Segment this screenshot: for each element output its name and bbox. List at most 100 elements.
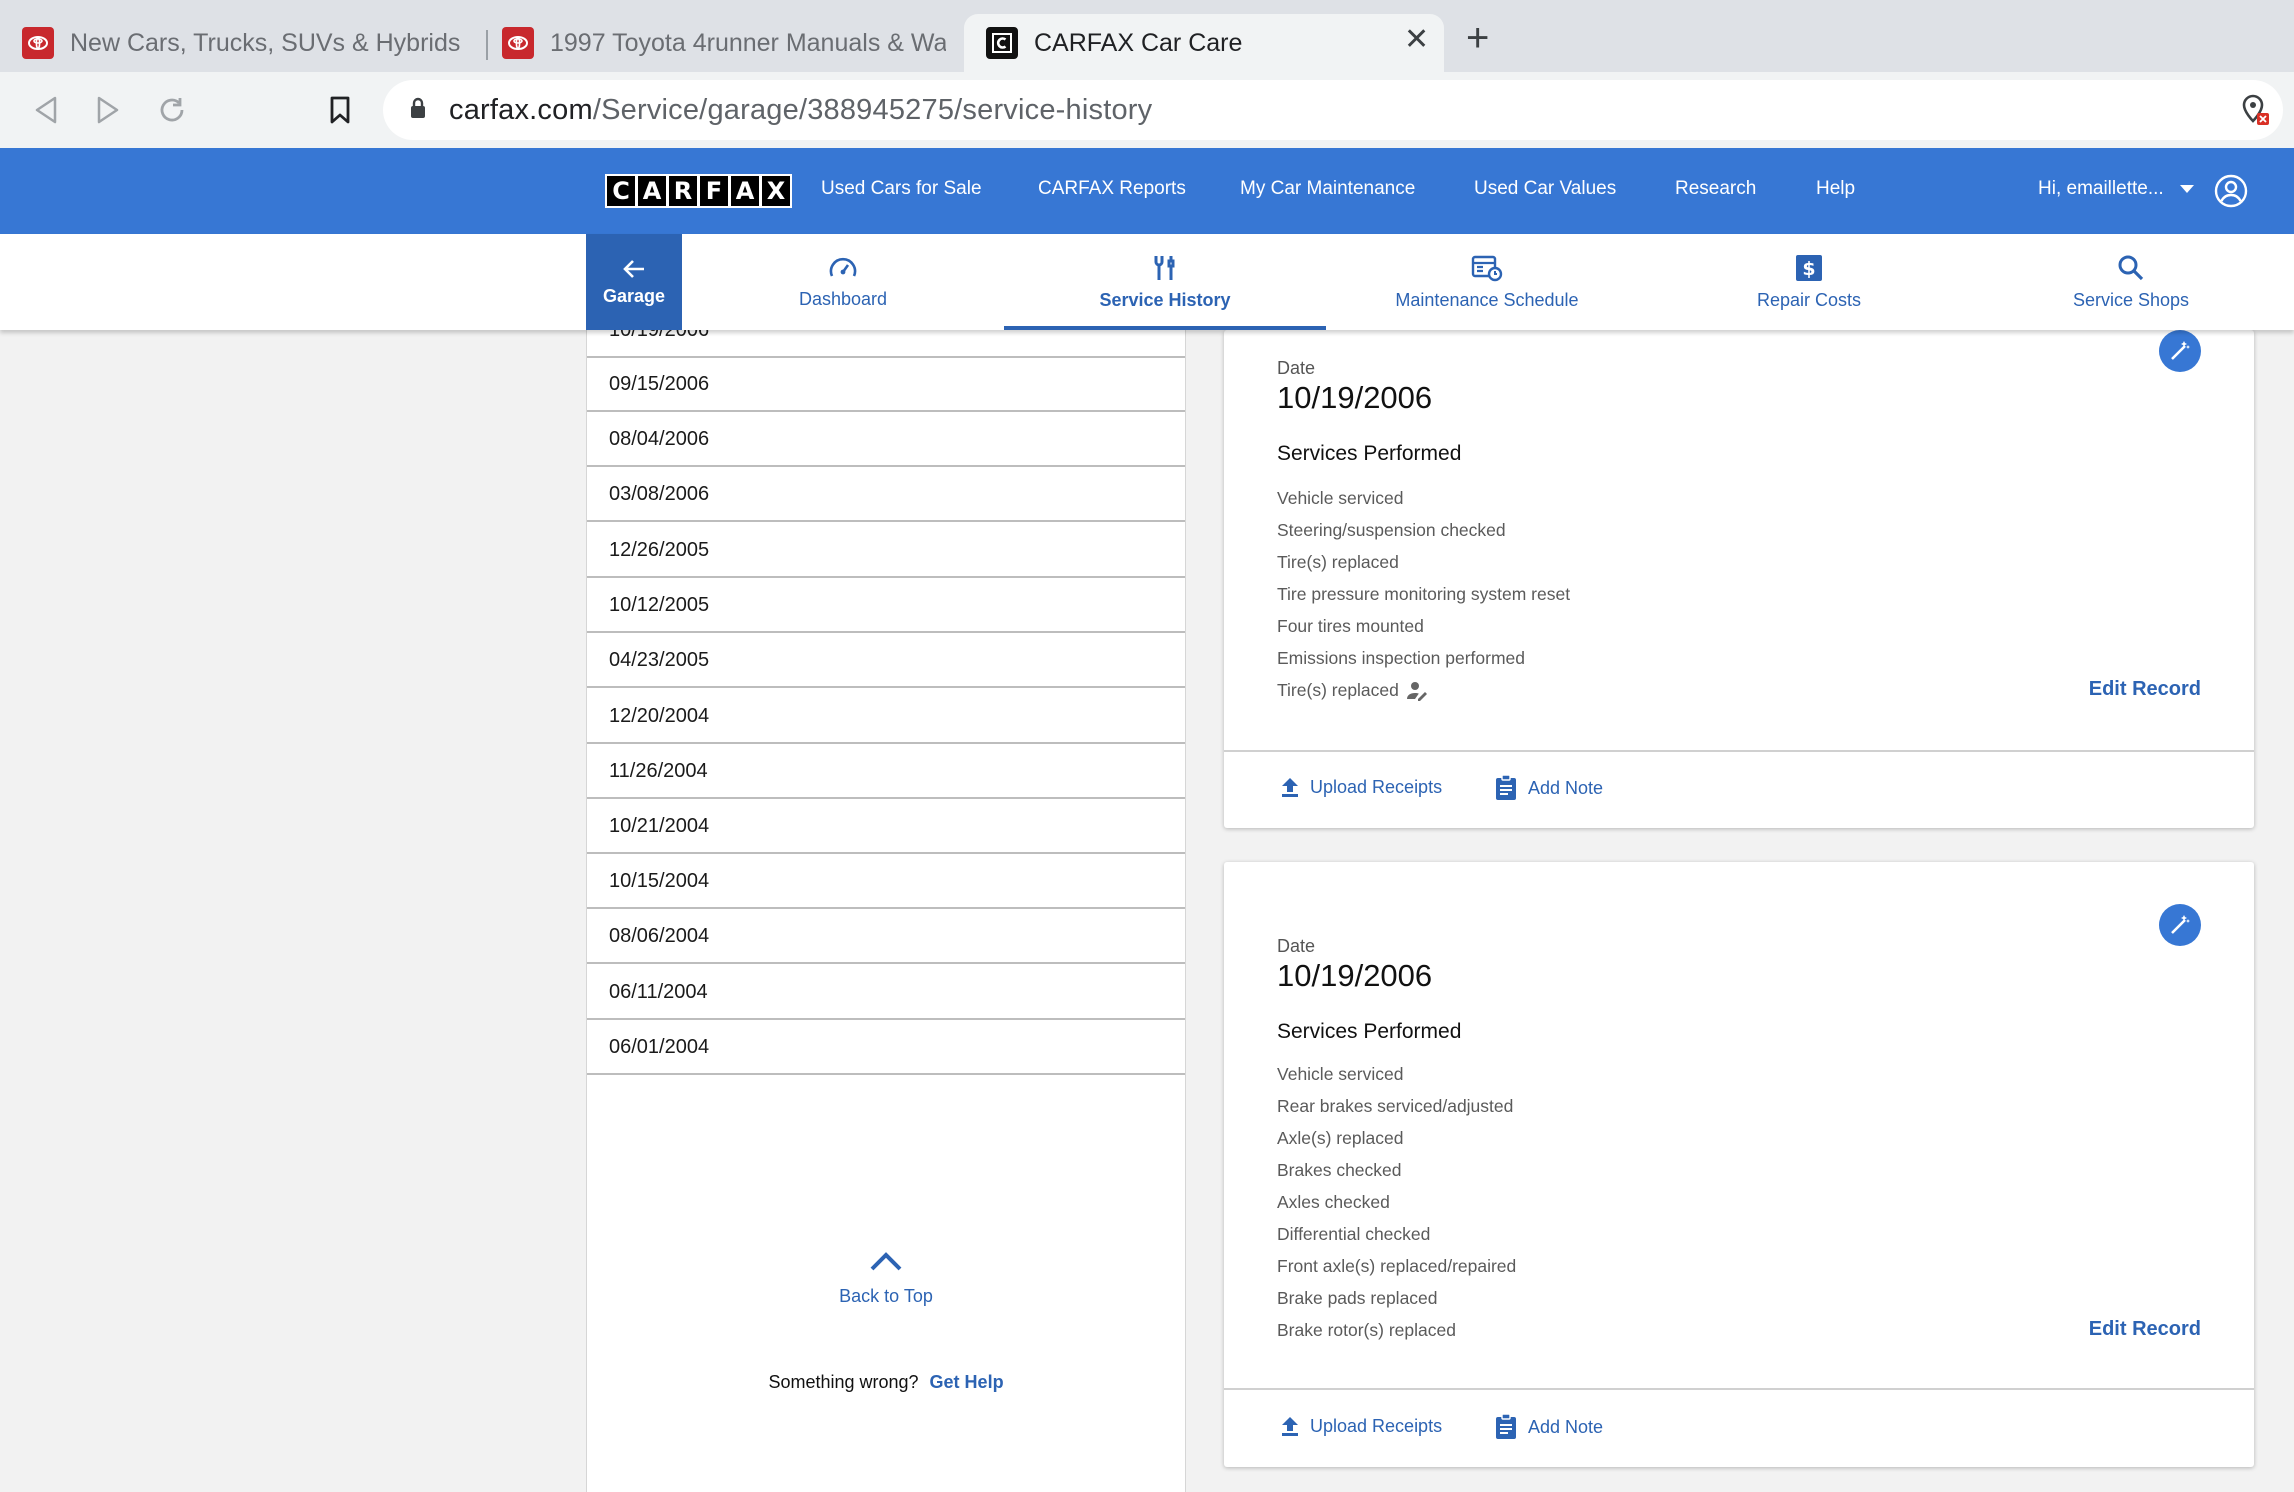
date-label: Date xyxy=(1277,358,1316,378)
date-row[interactable]: 09/15/2006 xyxy=(587,358,1185,412)
bookmark-icon[interactable] xyxy=(320,90,360,130)
chevron-down-icon xyxy=(2179,185,2194,193)
record-date: 10/19/2006 xyxy=(1277,380,1433,415)
date-row[interactable]: 08/06/2004 xyxy=(587,910,1185,964)
upload-receipts-button[interactable]: Upload Receipts xyxy=(1280,1415,1442,1437)
service-item: Vehicle serviced xyxy=(1277,1064,1404,1084)
user-menu[interactable]: Hi, emaillette... xyxy=(2038,178,2194,200)
edit-record-button[interactable]: Edit Record xyxy=(2089,1318,2201,1341)
tab-dashboard[interactable]: Dashboard xyxy=(682,234,1004,330)
nav-carfax-reports[interactable]: CARFAX Reports xyxy=(1038,178,1186,200)
date-text: 09/15/2006 xyxy=(609,372,710,395)
date-row[interactable]: 10/19/2006 xyxy=(587,330,1185,358)
upload-icon xyxy=(1282,1417,1298,1436)
date-row[interactable]: 03/08/2006 xyxy=(587,468,1185,522)
forward-icon[interactable] xyxy=(88,90,128,130)
nav-help[interactable]: Help xyxy=(1816,178,1855,200)
account-icon[interactable] xyxy=(2214,174,2248,213)
date-row[interactable]: 10/12/2005 xyxy=(587,579,1185,633)
date-text: 04/23/2005 xyxy=(609,648,710,671)
edit-record-button[interactable]: Edit Record xyxy=(2089,678,2201,701)
browser-tab-label: 1997 Toyota 4runner Manuals & War xyxy=(550,28,946,57)
service-item: Differential checked xyxy=(1277,1224,1431,1244)
add-note-button[interactable]: Add Note xyxy=(1494,774,1603,802)
logo-letter: A xyxy=(731,176,759,206)
close-tab-icon[interactable]: ✕ xyxy=(1404,22,1429,57)
tab-service-history[interactable]: Service History xyxy=(1004,234,1326,330)
tab-label: Repair Costs xyxy=(1756,289,1862,310)
help-prompt: Something wrong? xyxy=(768,1372,919,1392)
date-row[interactable]: 10/15/2004 xyxy=(587,855,1185,909)
date-text: 06/11/2004 xyxy=(609,980,708,1003)
date-row[interactable]: 11/26/2004 xyxy=(587,745,1185,799)
date-text: 10/12/2005 xyxy=(609,593,710,616)
toyota-icon xyxy=(502,27,534,59)
url-host: carfax.com xyxy=(449,93,593,126)
date-row[interactable]: 06/11/2004 xyxy=(587,966,1185,1020)
tab-repair-costs[interactable]: $ Repair Costs xyxy=(1648,234,1970,330)
tab-maintenance-schedule[interactable]: Maintenance Schedule xyxy=(1326,234,1648,330)
service-item: Rear brakes serviced/adjusted xyxy=(1277,1096,1514,1116)
clipboard-icon xyxy=(1496,1413,1516,1439)
date-row[interactable]: 12/26/2005 xyxy=(587,524,1185,578)
date-text: 10/21/2004 xyxy=(609,814,710,837)
nav-my-car-maintenance[interactable]: My Car Maintenance xyxy=(1240,178,1415,200)
browser-toolbar: carfax.com/Service/garage/388945275/serv… xyxy=(0,72,2294,148)
date-label: Date xyxy=(1277,936,1316,956)
back-to-top-label: Back to Top xyxy=(839,1286,933,1306)
tab-label: Dashboard xyxy=(798,288,888,309)
user-edit-icon xyxy=(1406,681,1427,701)
upload-receipts-label: Upload Receipts xyxy=(1310,1415,1443,1436)
service-item: Vehicle serviced xyxy=(1277,488,1404,508)
logo-letter: C xyxy=(607,176,635,206)
service-item: Brake rotor(s) replaced xyxy=(1277,1320,1456,1340)
back-to-top-button[interactable]: Back to Top xyxy=(587,1250,1185,1307)
garage-button[interactable]: Garage xyxy=(586,234,682,330)
chevron-up-icon xyxy=(870,1252,902,1271)
browser-tab-label: CARFAX Car Care xyxy=(1034,28,1243,57)
logo-letter: F xyxy=(700,176,728,206)
address-bar[interactable]: carfax.com/Service/garage/388945275/serv… xyxy=(383,80,2283,140)
back-icon[interactable] xyxy=(26,90,66,130)
add-note-label: Add Note xyxy=(1528,777,1604,798)
auto-edit-icon[interactable] xyxy=(2159,904,2201,946)
add-note-button[interactable]: Add Note xyxy=(1494,1413,1603,1441)
tab-service-shops[interactable]: Service Shops xyxy=(1970,234,2292,330)
get-help-link[interactable]: Get Help xyxy=(930,1372,1004,1392)
date-text: 12/26/2005 xyxy=(609,538,710,561)
new-tab-button[interactable]: + xyxy=(1466,16,1489,61)
user-greeting: Hi, emaillette... xyxy=(2038,178,2164,199)
upload-receipts-button[interactable]: Upload Receipts xyxy=(1280,776,1442,798)
lock-icon xyxy=(409,96,427,125)
location-blocked-icon[interactable] xyxy=(2236,90,2276,130)
help-line: Something wrong? Get Help xyxy=(587,1372,1185,1393)
date-text: 08/06/2004 xyxy=(609,924,710,947)
logo-letter: R xyxy=(669,176,697,206)
nav-used-cars-for-sale[interactable]: Used Cars for Sale xyxy=(821,178,982,200)
date-row[interactable]: 10/21/2004 xyxy=(587,800,1185,854)
carfax-logo[interactable]: C A R F A X xyxy=(605,174,792,208)
service-item: Tire(s) replaced xyxy=(1277,552,1399,572)
date-text: 11/26/2004 xyxy=(609,759,708,782)
reload-icon[interactable] xyxy=(152,90,192,130)
nav-research[interactable]: Research xyxy=(1675,178,1756,200)
dollar-icon: $ xyxy=(1796,254,1822,281)
browser-tab-toyota[interactable]: New Cars, Trucks, SUVs & Hybrids | xyxy=(0,14,484,72)
speedometer-icon xyxy=(829,257,857,277)
date-row[interactable]: 04/23/2005 xyxy=(587,634,1185,688)
url-path: /Service/garage/388945275/service-histor… xyxy=(592,93,1153,126)
browser-tab-carfax[interactable]: CARFAX Car Care xyxy=(964,14,1444,72)
nav-used-car-values[interactable]: Used Car Values xyxy=(1474,178,1616,200)
browser-tabstrip: New Cars, Trucks, SUVs & Hybrids | 1997 … xyxy=(0,0,2294,72)
url-text: carfax.com/Service/garage/388945275/serv… xyxy=(449,94,1152,127)
logo-letter: X xyxy=(762,176,790,206)
auto-edit-icon[interactable] xyxy=(2159,330,2201,372)
services-performed-title: Services Performed xyxy=(1277,442,1462,465)
svg-text:$: $ xyxy=(1802,258,1815,280)
service-date-list: 10/19/2006 09/15/2006 08/04/2006 03/08/2… xyxy=(586,330,1186,1492)
date-row[interactable]: 06/01/2004 xyxy=(587,1021,1185,1075)
date-row[interactable]: 12/20/2004 xyxy=(587,690,1185,744)
date-row[interactable]: 08/04/2006 xyxy=(587,413,1185,467)
browser-tab-4runner[interactable]: 1997 Toyota 4runner Manuals & War xyxy=(480,14,962,72)
service-item: Axle(s) replaced xyxy=(1277,1128,1404,1148)
